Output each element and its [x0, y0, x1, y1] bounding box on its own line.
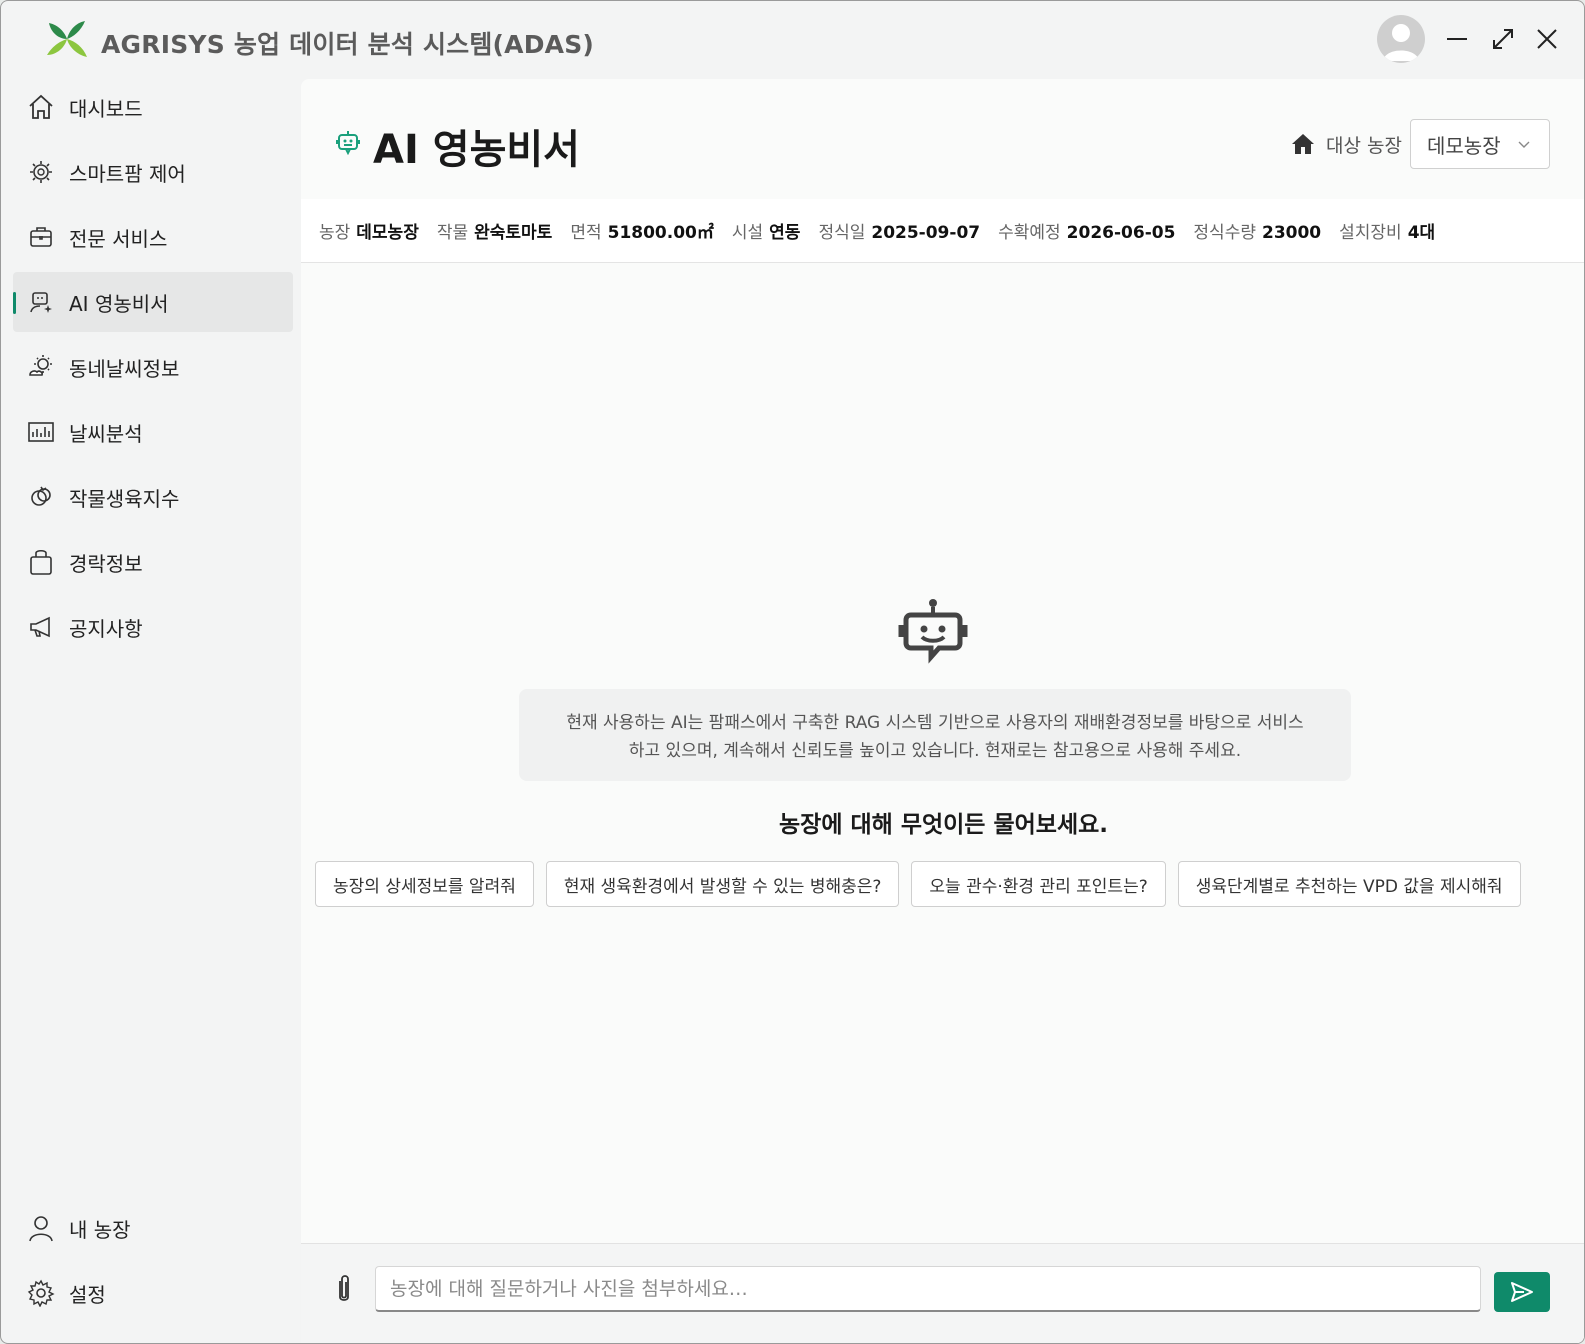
info-equipment: 설치장비 4대 [1339, 223, 1436, 243]
info-facility: 시설 연동 [731, 223, 801, 243]
ai-disclaimer-notice: 현재 사용하는 AI는 팜패스에서 구축한 RAG 시스템 기반으로 사용자의 … [519, 689, 1351, 781]
sidebar-item-dashboard[interactable]: 대시보드 [13, 77, 293, 137]
main-content: AI 영농비서 대상 농장 데모농장 농장 데모농장 작물 완숙토마토 면적 5180… [301, 79, 1584, 1343]
sidebar-item-settings[interactable]: 설정 [13, 1263, 293, 1323]
sidebar: 대시보드 스마트팜 제어 전문 서비스 AI 영농비서 동네날씨정보 날씨분석 … [1, 77, 301, 1343]
chip-icon [27, 158, 55, 186]
prompt-title: 농장에 대해 무엇이든 물어보세요. [779, 812, 1108, 838]
chat-input[interactable] [375, 1266, 1481, 1312]
chat-input-bar [301, 1243, 1584, 1343]
suggestion-button[interactable]: 생육단계별로 추천하는 VPD 값을 제시해줘 [1177, 861, 1521, 907]
sidebar-item-label: 전문 서비스 [69, 226, 168, 251]
farm-select-dropdown[interactable]: 데모농장 [1410, 119, 1550, 169]
minimize-button[interactable] [1441, 23, 1473, 55]
page-title: AI 영농비서 [373, 127, 580, 173]
close-button[interactable] [1531, 23, 1563, 55]
sidebar-item-notices[interactable]: 공지사항 [13, 597, 293, 657]
sidebar-item-label: 설정 [69, 1282, 106, 1307]
suggestion-list: 농장의 상세정보를 알려줘 현재 생육환경에서 발생할 수 있는 병해충은? 오… [315, 861, 1521, 907]
sidebar-item-label: 대시보드 [69, 96, 143, 121]
send-icon [1511, 1282, 1533, 1302]
suggestion-button[interactable]: 농장의 상세정보를 알려줘 [315, 861, 534, 907]
user-avatar[interactable] [1377, 15, 1425, 63]
person-icon [27, 1214, 55, 1242]
info-farm: 농장 데모농장 [319, 223, 419, 243]
farm-selector-label: 대상 농장 [1326, 134, 1402, 157]
sidebar-item-my-farm[interactable]: 내 농장 [13, 1198, 293, 1258]
minimize-icon [1447, 38, 1467, 40]
sidebar-item-label: 공지사항 [69, 616, 143, 641]
app-window: AGRISYS 농업 데이터 분석 시스템(ADAS) 대시보드 스마트팜 제어… [0, 0, 1585, 1344]
agrisys-logo-icon [47, 21, 87, 57]
crop-icon [27, 483, 55, 511]
info-area: 면적 51800.00㎡ [570, 223, 714, 243]
info-crop: 작물 완숙토마토 [436, 223, 553, 243]
info-planting-date: 정식일 2025-09-07 [818, 223, 981, 243]
notice-line-2: 하고 있으며, 계속해서 신뢰도를 높이고 있습니다. 현재로는 참고용으로 사… [628, 741, 1242, 761]
farm-selector-group: 대상 농장 데모농장 [1290, 119, 1550, 169]
gear-icon [27, 1279, 55, 1308]
notice-line-1: 현재 사용하는 AI는 팜패스에서 구축한 RAG 시스템 기반으로 사용자의 … [566, 713, 1304, 733]
sidebar-item-label: 경락정보 [69, 551, 143, 576]
robot-icon [336, 131, 360, 155]
sidebar-item-ai-assistant[interactable]: AI 영농비서 [13, 272, 293, 332]
maximize-icon [1493, 29, 1513, 49]
info-harvest-date: 수확예정 2026-06-05 [998, 223, 1176, 243]
chatbot-icon [898, 599, 968, 664]
maximize-button[interactable] [1487, 23, 1519, 55]
briefcase-icon [27, 223, 55, 251]
assistant-icon [27, 288, 55, 316]
sidebar-item-label: 스마트팜 제어 [69, 161, 186, 186]
info-planting-quantity: 정식수량 23000 [1193, 223, 1322, 243]
chevron-down-icon [1518, 141, 1530, 148]
paperclip-icon[interactable] [331, 1272, 357, 1306]
chat-area: 현재 사용하는 AI는 팜패스에서 구축한 RAG 시스템 기반으로 사용자의 … [301, 263, 1584, 1243]
page-header: AI 영농비서 대상 농장 데모농장 [301, 79, 1584, 199]
sidebar-item-crop-growth-index[interactable]: 작물생육지수 [13, 467, 293, 527]
farm-select-value: 데모농장 [1427, 133, 1501, 158]
sidebar-item-local-weather[interactable]: 동네날씨정보 [13, 337, 293, 397]
title-bar: AGRISYS 농업 데이터 분석 시스템(ADAS) [1, 1, 1584, 79]
home-icon [27, 93, 55, 121]
close-icon [1537, 29, 1557, 49]
megaphone-icon [27, 613, 55, 641]
sidebar-item-smartfarm[interactable]: 스마트팜 제어 [13, 142, 293, 202]
weather-icon [27, 353, 55, 381]
suggestion-button[interactable]: 현재 생육환경에서 발생할 수 있는 병해충은? [545, 861, 900, 907]
farm-info-bar: 농장 데모농장 작물 완숙토마토 면적 51800.00㎡ 시설 연동 정식일 2025-… [301, 199, 1584, 263]
shopping-bag-icon [27, 548, 55, 576]
sidebar-item-weather-analysis[interactable]: 날씨분석 [13, 402, 293, 462]
app-title: AGRISYS 농업 데이터 분석 시스템(ADAS) [101, 30, 595, 59]
house-icon [1292, 134, 1315, 154]
sidebar-item-label: 작물생육지수 [69, 486, 180, 511]
sidebar-item-label: 내 농장 [69, 1217, 131, 1242]
send-button[interactable] [1494, 1272, 1550, 1312]
sidebar-item-label: 날씨분석 [69, 421, 143, 446]
sidebar-item-label: 동네날씨정보 [69, 356, 180, 381]
avatar-icon [1383, 24, 1419, 61]
suggestion-button[interactable]: 오늘 관수·환경 관리 포인트는? [911, 861, 1166, 907]
sidebar-item-auction-info[interactable]: 경락정보 [13, 532, 293, 592]
sidebar-item-label: AI 영농비서 [69, 291, 169, 316]
chart-icon [27, 418, 55, 446]
sidebar-item-expert-service[interactable]: 전문 서비스 [13, 207, 293, 267]
